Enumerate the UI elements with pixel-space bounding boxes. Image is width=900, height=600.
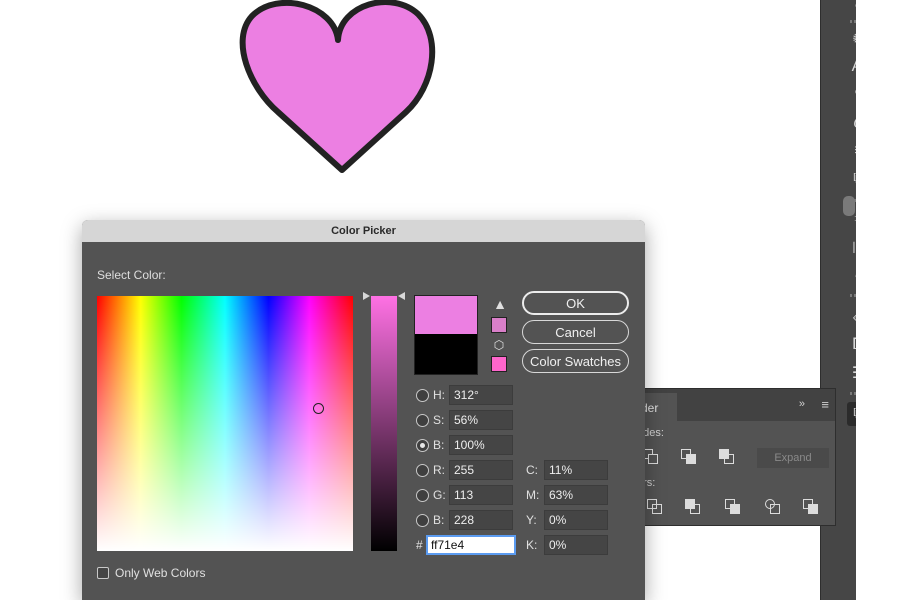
slider-left-arrow-icon[interactable]	[363, 292, 370, 300]
green-radio[interactable]	[416, 488, 429, 502]
dialog-title[interactable]: Color Picker	[82, 220, 645, 242]
ok-button[interactable]: OK	[522, 291, 629, 315]
collapse-icon[interactable]: »	[799, 398, 805, 410]
green-row: G:	[416, 485, 513, 505]
hex-row: #	[416, 535, 516, 555]
red-input[interactable]	[449, 460, 513, 480]
green-input[interactable]	[449, 485, 513, 505]
brightness-row: B:	[416, 435, 513, 455]
red-radio[interactable]	[416, 463, 429, 477]
merge-button[interactable]	[725, 499, 745, 519]
intersect-button[interactable]	[681, 449, 701, 469]
saturation-label: S:	[433, 413, 445, 427]
web-safe-swatch[interactable]	[491, 356, 507, 372]
color-spectrum-field[interactable]	[97, 296, 353, 551]
crop-button[interactable]	[765, 499, 785, 519]
cyan-input[interactable]	[544, 460, 608, 480]
saturation-row: S:	[416, 410, 513, 430]
color-picker-dialog: Color Picker Select Color: ▲ ⬡ OK Cancel…	[82, 220, 645, 600]
magenta-input[interactable]	[544, 485, 608, 505]
hue-label: H:	[433, 388, 445, 402]
yellow-input[interactable]	[544, 510, 608, 530]
expand-button[interactable]: Expand	[757, 448, 829, 468]
hue-input[interactable]	[449, 385, 513, 405]
only-web-colors-row: Only Web Colors	[97, 566, 205, 580]
brightness-radio[interactable]	[416, 438, 429, 452]
green-label: G:	[433, 488, 446, 502]
blue-label: B:	[433, 513, 445, 527]
hex-input[interactable]	[426, 535, 516, 555]
exclude-button[interactable]	[719, 449, 739, 469]
slider-right-arrow-icon[interactable]	[398, 292, 405, 300]
brightness-slider[interactable]	[363, 292, 405, 551]
black-row: K:	[526, 535, 608, 555]
divide-button[interactable]	[647, 499, 667, 519]
minus-front-button[interactable]	[643, 449, 663, 469]
web-safe-cube-icon[interactable]: ⬡	[492, 338, 506, 352]
panel-menu-icon[interactable]: ≡	[821, 397, 829, 412]
saturation-radio[interactable]	[416, 413, 429, 427]
black-label: K:	[526, 538, 538, 552]
trim-button[interactable]	[685, 499, 705, 519]
blue-input[interactable]	[449, 510, 513, 530]
blue-row: B:	[416, 510, 513, 530]
color-field-cursor[interactable]	[313, 403, 324, 414]
black-input[interactable]	[544, 535, 608, 555]
blue-radio[interactable]	[416, 513, 429, 527]
outline-button[interactable]	[803, 499, 823, 519]
heart-shape[interactable]	[238, 0, 438, 175]
yellow-label: Y:	[526, 513, 537, 527]
hue-row: H:	[416, 385, 513, 405]
pathfinder-panel: der » ≡ odes: Expand ers:	[630, 388, 836, 526]
only-web-colors-label[interactable]: Only Web Colors	[115, 566, 205, 580]
out-of-gamut-warning-icon[interactable]: ▲	[492, 296, 508, 312]
saturation-input[interactable]	[449, 410, 513, 430]
hue-radio[interactable]	[416, 388, 429, 402]
cyan-row: C:	[526, 460, 608, 480]
toolbar-right-gutter	[856, 0, 878, 600]
gamut-swatch[interactable]	[491, 317, 507, 333]
pathfinder-header: der » ≡	[631, 389, 835, 421]
red-row: R:	[416, 460, 513, 480]
brightness-input[interactable]	[449, 435, 513, 455]
cancel-button[interactable]: Cancel	[522, 320, 629, 344]
yellow-row: Y:	[526, 510, 608, 530]
hex-hash-label: #	[416, 538, 423, 552]
color-swatches-button[interactable]: Color Swatches	[522, 349, 629, 373]
brightness-label: B:	[433, 438, 445, 452]
magenta-label: M:	[526, 488, 540, 502]
red-label: R:	[433, 463, 445, 477]
magenta-row: M:	[526, 485, 608, 505]
only-web-colors-checkbox[interactable]	[97, 567, 109, 579]
swatch-frame	[414, 295, 478, 375]
cyan-label: C:	[526, 463, 538, 477]
select-color-label: Select Color:	[97, 268, 166, 282]
